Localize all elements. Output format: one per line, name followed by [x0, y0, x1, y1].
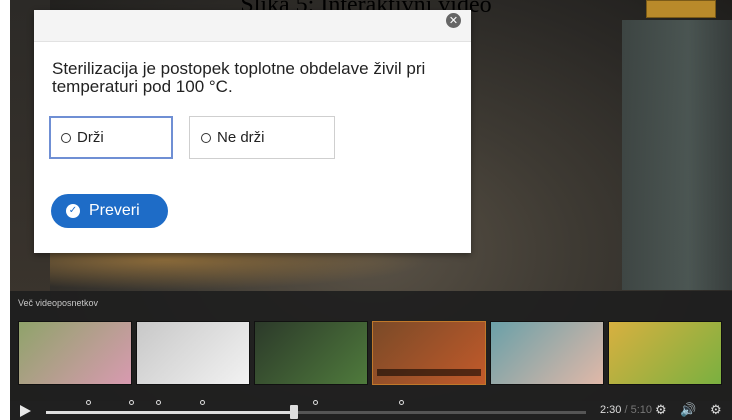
- seek-handle[interactable]: [290, 405, 299, 419]
- time-display: 2:30 / 5:10: [600, 404, 652, 416]
- current-time: 2:30: [600, 404, 622, 416]
- interaction-marker[interactable]: [86, 400, 92, 405]
- total-time: / 5:10: [624, 404, 653, 416]
- answer-label: Ne drži: [217, 129, 265, 146]
- video-thumbnail[interactable]: [18, 321, 132, 385]
- more-videos-label: Več videoposnetkov: [18, 298, 99, 308]
- answer-option-false[interactable]: Ne drži: [189, 116, 335, 159]
- interaction-marker[interactable]: [156, 400, 162, 405]
- settings-wheel-icon[interactable]: ⚙: [655, 403, 667, 418]
- radio-icon: [61, 133, 71, 143]
- interaction-marker[interactable]: [399, 400, 405, 405]
- seek-bar[interactable]: [46, 400, 586, 419]
- video-thumbnail[interactable]: [254, 321, 368, 385]
- gear-icon[interactable]: ⚙: [710, 403, 722, 418]
- interaction-marker[interactable]: [313, 400, 318, 405]
- radio-icon: [201, 133, 211, 143]
- check-answer-label: Preveri: [89, 202, 140, 219]
- thumbnail-caption-strip: [377, 369, 481, 376]
- play-icon[interactable]: [20, 405, 31, 417]
- quiz-dialog: ✕ Sterilizacija je postopek toplotne obd…: [34, 10, 471, 253]
- answer-label: Drži: [77, 129, 104, 146]
- player-controls: 2:30 / 5:10 ⚙ 🔊 ⚙: [10, 400, 732, 420]
- video-background-panel: [622, 20, 732, 290]
- video-thumbnail[interactable]: [490, 321, 604, 385]
- volume-icon[interactable]: 🔊: [680, 403, 696, 418]
- interaction-marker[interactable]: [129, 400, 135, 405]
- more-videos-panel: Več videoposnetkov: [10, 291, 732, 401]
- quiz-question: Sterilizacija je postopek toplotne obdel…: [52, 59, 426, 96]
- answer-option-true[interactable]: Drži: [49, 116, 173, 159]
- video-thumbnail[interactable]: [136, 321, 250, 385]
- check-answer-button[interactable]: ✓ Preveri: [51, 194, 168, 228]
- video-thumbnail[interactable]: [608, 321, 722, 385]
- video-thumbnail[interactable]: [372, 321, 486, 385]
- check-circle-icon: ✓: [66, 204, 80, 218]
- dialog-header: [34, 10, 471, 42]
- interaction-marker[interactable]: [199, 400, 205, 405]
- seek-bar-progress: [46, 411, 295, 414]
- close-icon[interactable]: ✕: [446, 13, 461, 28]
